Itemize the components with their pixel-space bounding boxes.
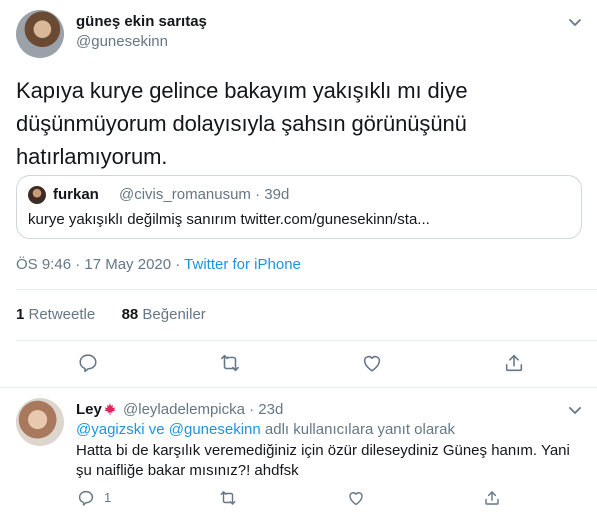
reply-icon[interactable]	[77, 489, 95, 507]
divider	[16, 340, 597, 341]
reply-icon[interactable]	[77, 352, 99, 374]
chevron-down-icon[interactable]	[567, 14, 583, 30]
divider	[16, 289, 597, 290]
likes-count: 88	[121, 306, 139, 323]
maple-leaf-icon	[103, 402, 117, 416]
quoted-tweet[interactable]: furkan @civis_romanusum · 39d kurye yakı…	[16, 175, 582, 239]
reply-header: Ley @leyladelempicka · 23d	[76, 401, 283, 418]
quoted-avatar	[28, 186, 46, 204]
quoted-author-meta: @civis_romanusum · 39d	[119, 186, 290, 203]
reply-to-suffix: adlı kullanıcılara yanıt olarak	[260, 421, 456, 438]
share-icon[interactable]	[483, 489, 501, 507]
retweet-icon[interactable]	[219, 352, 241, 374]
reply-count: 1	[104, 490, 112, 505]
author-handle[interactable]: @gunesekinn	[76, 33, 168, 50]
mention-link[interactable]: @gunesekinn	[169, 421, 261, 438]
heart-icon[interactable]	[347, 489, 365, 507]
reply-author-avatar[interactable]	[16, 398, 64, 446]
tweet-timestamp[interactable]: ÖS 9:46 · 17 May 2020 ·	[16, 256, 184, 273]
chevron-down-icon[interactable]	[567, 402, 583, 418]
reply-author-meta[interactable]: @leyladelempicka · 23d	[123, 401, 283, 418]
tweet-source[interactable]: Twitter for iPhone	[184, 256, 301, 273]
tweet-stats: 1 Retweetle 88 Beğeniler	[16, 306, 206, 323]
author-avatar[interactable]	[16, 10, 64, 58]
mention-link[interactable]: @yagizski	[76, 421, 145, 438]
reply-author-name[interactable]: Ley	[76, 401, 102, 418]
retweet-icon[interactable]	[219, 489, 237, 507]
retweets-stat[interactable]: 1 Retweetle	[16, 306, 95, 323]
mention-joiner: ve	[144, 421, 169, 438]
reply-text: Hatta bi de karşılık veremediğiniz için …	[76, 442, 570, 479]
retweets-label: Retweetle	[24, 306, 96, 323]
share-icon[interactable]	[503, 352, 525, 374]
quoted-text: kurye yakışıklı değilmiş sanırım twitter…	[28, 211, 430, 228]
tweet-text: Kapıya kurye gelince bakayım yakışıklı m…	[16, 78, 468, 169]
likes-label: Beğeniler	[138, 306, 206, 323]
heart-icon[interactable]	[361, 352, 383, 374]
replying-to: @yagizski ve @gunesekinn adlı kullanıcıl…	[76, 421, 455, 438]
likes-stat[interactable]: 88 Beğeniler	[122, 306, 206, 323]
author-name[interactable]: güneş ekin sarıtaş	[76, 13, 207, 30]
quoted-author-name: furkan	[53, 186, 99, 203]
divider	[0, 387, 597, 388]
tweet-meta: ÖS 9:46 · 17 May 2020 · Twitter for iPho…	[16, 256, 301, 273]
